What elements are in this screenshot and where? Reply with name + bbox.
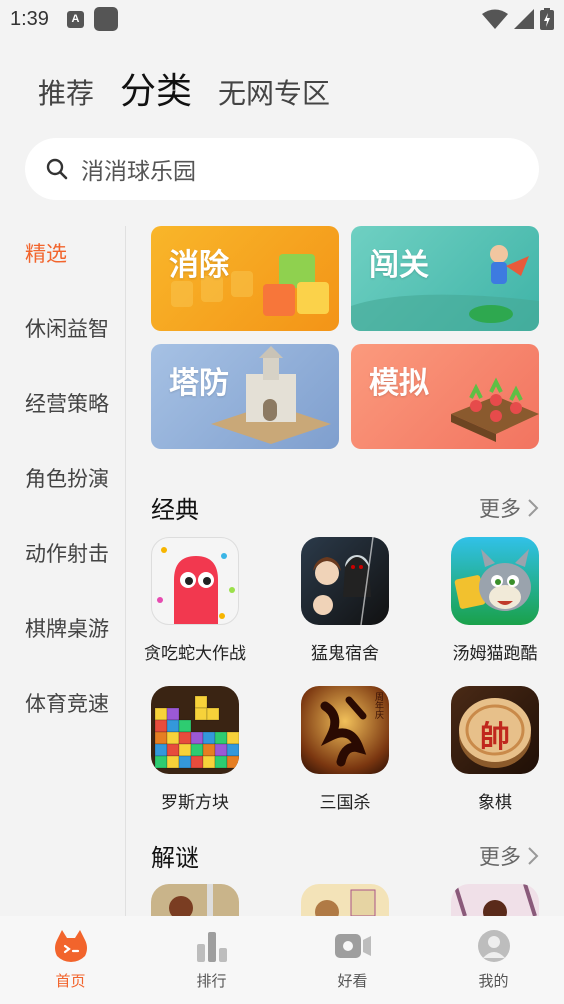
section-header-classic: 经典 更多 xyxy=(151,490,539,525)
game-icon-tetris xyxy=(151,686,239,774)
video-camera-icon xyxy=(334,934,371,958)
game-icon-three-kingdoms: 周年庆 xyxy=(301,686,389,774)
game-name: 罗斯方块 xyxy=(161,793,229,813)
game-name: 汤姆猫跑酷 xyxy=(452,644,538,664)
status-time: 1:39 xyxy=(10,7,49,30)
tab-category[interactable]: 分类 xyxy=(120,62,192,114)
sidebar-item-casual-puzzle[interactable]: 休闲益智 xyxy=(25,313,109,343)
more-label: 更多 xyxy=(479,844,521,869)
game-tile[interactable]: 贪吃蛇大作战 xyxy=(130,537,260,664)
category-label-tower-defense: 塔防 xyxy=(169,366,229,401)
category-grid: 消除 闯关 塔防 模拟 xyxy=(151,226,539,450)
nav-watch[interactable]: 好看 xyxy=(282,916,423,1004)
nav-profile[interactable]: 我的 xyxy=(423,916,564,1004)
sidebar-item-roleplay[interactable]: 角色扮演 xyxy=(25,463,109,493)
game-name: 猛鬼宿舍 xyxy=(311,644,379,664)
wifi-icon xyxy=(482,9,508,29)
game-icon-tom-run xyxy=(451,537,539,625)
game-tile[interactable]: 帥 象棋 xyxy=(430,686,560,813)
section-title-classic: 经典 xyxy=(151,496,199,524)
nav-label-home: 首页 xyxy=(55,972,86,990)
game-tile[interactable]: 汤姆猫跑酷 xyxy=(430,537,560,664)
nav-label-ranking: 排行 xyxy=(196,972,227,990)
signal-icon xyxy=(514,9,534,29)
battery-icon xyxy=(540,8,554,30)
sidebar-item-featured[interactable]: 精选 xyxy=(25,238,67,268)
nav-label-watch: 好看 xyxy=(337,972,368,990)
top-tabs: 推荐 分类 无网专区 xyxy=(38,62,330,114)
game-icon-puzzle-1[interactable] xyxy=(151,884,239,916)
sidebar-item-action-shooting[interactable]: 动作射击 xyxy=(25,538,109,568)
notification-square-icon xyxy=(93,7,118,31)
game-icon-puzzle-2[interactable] xyxy=(301,884,389,916)
home-mascot-icon xyxy=(54,930,87,962)
anniversary-badge: 周年庆 xyxy=(373,692,383,719)
status-bar: 1:39 A xyxy=(0,0,564,38)
chevron-right-icon xyxy=(528,498,539,517)
game-name: 贪吃蛇大作战 xyxy=(144,644,246,664)
section-header-puzzle: 解谜 更多 xyxy=(151,838,539,873)
avatar-icon xyxy=(477,930,510,962)
bottom-nav: 首页 排行 好看 我的 xyxy=(0,916,564,1004)
game-name: 象棋 xyxy=(478,793,512,813)
tab-offline[interactable]: 无网专区 xyxy=(218,72,330,112)
more-link-puzzle[interactable]: 更多 xyxy=(479,841,539,871)
category-card-simulation[interactable]: 模拟 xyxy=(351,344,539,449)
search-bar[interactable]: 消消球乐园 xyxy=(25,138,539,200)
game-tile[interactable]: 罗斯方块 xyxy=(130,686,260,813)
game-name: 三国杀 xyxy=(319,793,371,813)
sidebar-item-board-card[interactable]: 棋牌桌游 xyxy=(25,613,109,643)
sidebar-item-sports-racing[interactable]: 体育竞速 xyxy=(25,688,109,718)
chevron-right-icon xyxy=(528,846,539,865)
category-label-simulation: 模拟 xyxy=(369,366,429,401)
more-label: 更多 xyxy=(479,496,521,521)
game-icon-ghost-dorm xyxy=(301,537,389,625)
category-card-match[interactable]: 消除 xyxy=(151,226,339,331)
chess-piece-glyph: 帥 xyxy=(480,720,510,755)
category-card-levels[interactable]: 闯关 xyxy=(351,226,539,331)
game-tile[interactable]: 周年庆 三国杀 xyxy=(280,686,410,813)
nav-ranking[interactable]: 排行 xyxy=(141,916,282,1004)
category-card-tower-defense[interactable]: 塔防 xyxy=(151,344,339,449)
game-icon-chess: 帥 xyxy=(451,686,539,774)
bar-chart-icon xyxy=(196,932,227,962)
category-label-levels: 闯关 xyxy=(369,248,429,283)
tab-recommend[interactable]: 推荐 xyxy=(38,72,94,112)
category-sidebar: 精选 休闲益智 经营策略 角色扮演 动作射击 棋牌桌游 体育竞速 xyxy=(0,226,126,916)
nav-label-profile: 我的 xyxy=(478,972,509,990)
category-label-match: 消除 xyxy=(169,248,229,283)
sidebar-item-strategy[interactable]: 经营策略 xyxy=(25,388,109,418)
game-icon-snake xyxy=(151,537,239,625)
more-link-classic[interactable]: 更多 xyxy=(479,493,539,523)
notification-a-icon: A xyxy=(66,10,84,28)
section-title-puzzle: 解谜 xyxy=(151,844,199,872)
game-tile[interactable]: 猛鬼宿舍 xyxy=(280,537,410,664)
game-icon-puzzle-3[interactable] xyxy=(451,884,539,916)
nav-home[interactable]: 首页 xyxy=(0,916,141,1004)
search-placeholder: 消消球乐园 xyxy=(81,159,196,185)
search-icon xyxy=(46,158,68,180)
